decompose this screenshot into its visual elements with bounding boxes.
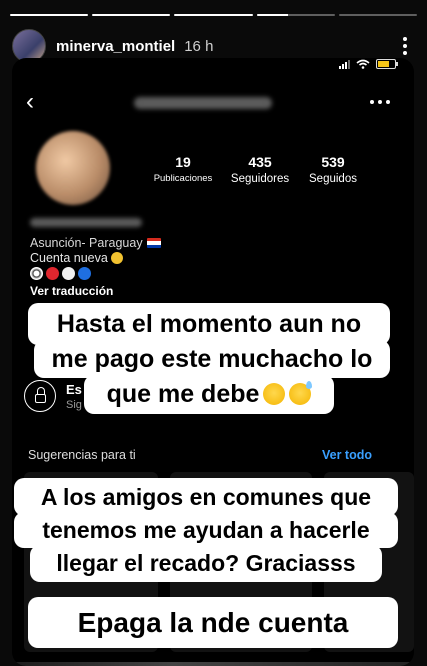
stat-posts-value: 19 bbox=[175, 154, 191, 170]
chevron-left-icon[interactable]: ‹ bbox=[26, 90, 34, 114]
see-all-link[interactable]: Ver todo bbox=[322, 448, 372, 462]
profile-topbar: ‹ bbox=[12, 88, 414, 116]
stat-followers-label: Seguidores bbox=[230, 173, 290, 185]
red-circle-emoji bbox=[46, 267, 59, 280]
progress-segment bbox=[10, 14, 89, 16]
progress-fill bbox=[10, 14, 89, 16]
stat-followers-value: 435 bbox=[248, 154, 272, 170]
signal-icon bbox=[339, 59, 350, 69]
progress-fill bbox=[256, 14, 288, 16]
caption-line: me pago este muchacho lo bbox=[34, 340, 390, 378]
story-progress bbox=[10, 14, 418, 16]
stat-posts-label: Publicaciones bbox=[153, 173, 213, 184]
progress-segment bbox=[174, 14, 253, 16]
progress-segment bbox=[256, 14, 335, 16]
paraguay-flag-icon bbox=[146, 238, 161, 248]
progress-segment bbox=[92, 14, 171, 16]
sweat-smile-emoji bbox=[289, 381, 313, 405]
profile-avatar[interactable] bbox=[36, 131, 110, 205]
suggestions-title: Sugerencias para ti bbox=[28, 448, 136, 462]
blue-circle-emoji bbox=[78, 267, 91, 280]
soccer-ball-emoji bbox=[30, 267, 43, 280]
story-time: 16 h bbox=[184, 37, 214, 55]
profile-bio-row: Cuenta nueva bbox=[30, 251, 123, 265]
stat-following-label: Seguidos bbox=[309, 173, 357, 185]
progress-fill bbox=[92, 14, 171, 16]
private-account-subtitle: Sig bbox=[66, 398, 82, 411]
battery-icon bbox=[376, 59, 398, 69]
bio-emoji-row bbox=[30, 267, 91, 280]
private-account-title: Es bbox=[66, 381, 82, 397]
profile-bio: Cuenta nueva bbox=[30, 251, 108, 265]
stat-followers[interactable]: 435 Seguidores bbox=[220, 154, 300, 185]
progress-fill bbox=[174, 14, 253, 16]
private-account-text: Es Sig bbox=[66, 382, 82, 411]
see-translation-link[interactable]: Ver traducción bbox=[30, 284, 113, 298]
caption-line: llegar el recado? Graciasss bbox=[30, 545, 382, 582]
battery-level bbox=[378, 61, 390, 67]
caption-line: Epaga la nde cuenta bbox=[28, 597, 398, 648]
wifi-icon bbox=[356, 59, 370, 69]
instagram-story: minerva_montiel 16 h ‹ 19 Publicaciones … bbox=[0, 0, 427, 666]
private-account-notice: Es Sig bbox=[24, 380, 82, 412]
blurred-username bbox=[134, 97, 272, 109]
blurred-full-name bbox=[30, 218, 142, 227]
more-horizontal-icon[interactable] bbox=[370, 100, 390, 104]
profile-stats: 19 Publicaciones 435 Seguidores 539 Segu… bbox=[146, 154, 366, 185]
lock-icon bbox=[24, 380, 56, 412]
status-bar bbox=[339, 58, 398, 70]
grin-emoji bbox=[263, 383, 286, 405]
more-vertical-icon[interactable] bbox=[395, 34, 415, 58]
stat-posts[interactable]: 19 Publicaciones bbox=[146, 154, 220, 185]
stat-following-value: 539 bbox=[321, 154, 345, 170]
profile-location: Asunción- Paraguay bbox=[30, 236, 143, 250]
white-circle-emoji bbox=[62, 267, 75, 280]
caption-line-with-emoji: que me debe bbox=[84, 375, 334, 414]
caption-line: A los amigos en comunes que bbox=[14, 478, 398, 516]
story-username[interactable]: minerva_montiel bbox=[56, 38, 175, 55]
profile-location-row: Asunción- Paraguay bbox=[30, 236, 161, 250]
caption-line: tenemos me ayudan a hacerle bbox=[14, 512, 398, 548]
caption-line: Hasta el momento aun no bbox=[28, 303, 390, 345]
progress-segment bbox=[338, 14, 418, 16]
stat-following[interactable]: 539 Seguidos bbox=[300, 154, 366, 185]
sad-face-emoji bbox=[110, 252, 123, 264]
bottom-strip bbox=[12, 662, 414, 666]
caption-text: que me debe bbox=[106, 380, 260, 408]
